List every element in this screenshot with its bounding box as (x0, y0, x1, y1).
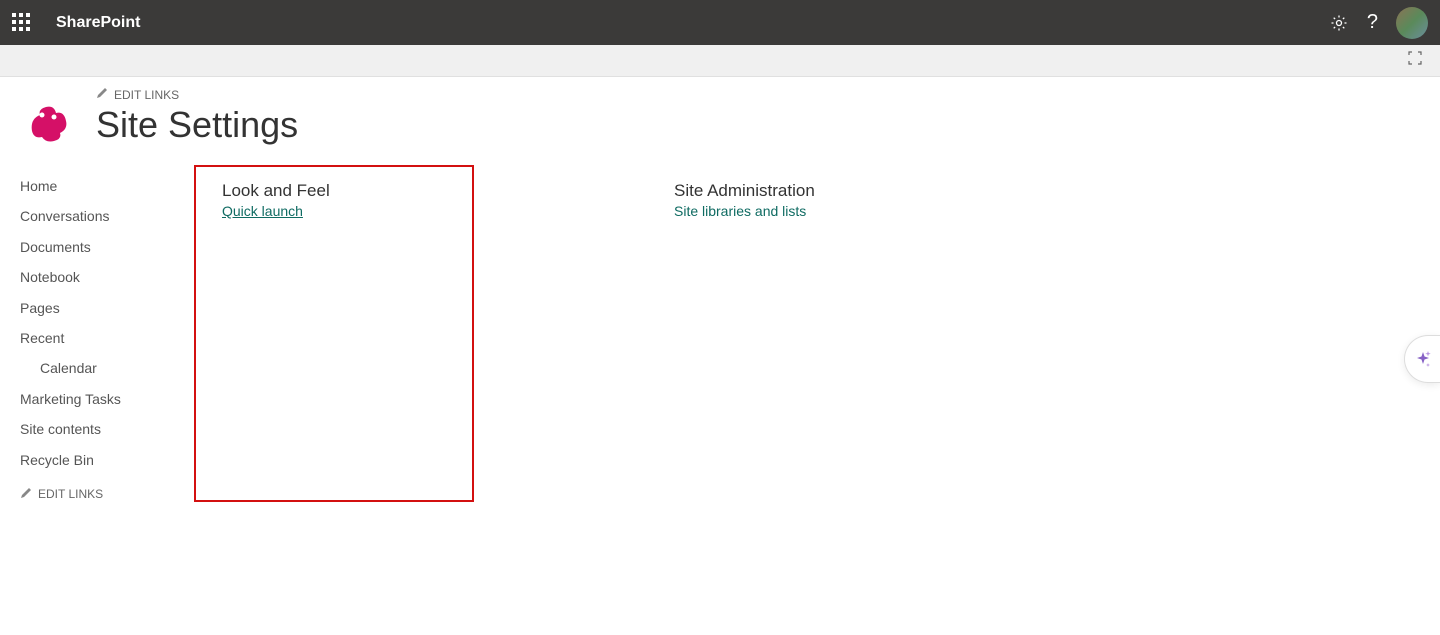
settings-columns: Look and Feel Quick launch Site Administ… (200, 171, 954, 502)
page-title: Site Settings (96, 104, 298, 146)
edit-links-label: EDIT LINKS (38, 487, 103, 501)
help-icon[interactable]: ? (1367, 11, 1378, 34)
settings-group-site-administration: Site Administration Site libraries and l… (674, 171, 954, 502)
nav-item-home[interactable]: Home (20, 171, 180, 201)
avatar[interactable] (1396, 7, 1428, 39)
edit-links-label: EDIT LINKS (114, 88, 179, 102)
nav-item-pages[interactable]: Pages (20, 293, 180, 323)
pencil-icon (96, 87, 108, 102)
nav-item-notebook[interactable]: Notebook (20, 262, 180, 292)
nav-item-recent[interactable]: Recent (20, 323, 180, 353)
nav-item-documents[interactable]: Documents (20, 232, 180, 262)
top-bar: SharePoint ? (0, 0, 1440, 45)
app-name[interactable]: SharePoint (56, 14, 140, 32)
header-section: EDIT LINKS Site Settings (0, 77, 1440, 171)
app-launcher-icon[interactable] (12, 13, 32, 33)
gear-icon[interactable] (1329, 13, 1349, 33)
sparkle-icon (1413, 349, 1433, 369)
top-bar-right: ? (1329, 7, 1428, 39)
link-site-libraries[interactable]: Site libraries and lists (674, 203, 806, 219)
nav-item-conversations[interactable]: Conversations (20, 201, 180, 231)
edit-links-bottom[interactable]: EDIT LINKS (20, 487, 180, 502)
site-logo[interactable] (20, 95, 76, 151)
pencil-icon (20, 487, 32, 502)
nav-item-marketing-tasks[interactable]: Marketing Tasks (20, 384, 180, 414)
nav-item-site-contents[interactable]: Site contents (20, 414, 180, 444)
settings-group-look-and-feel: Look and Feel Quick launch (194, 165, 474, 502)
left-nav: Home Conversations Documents Notebook Pa… (20, 171, 200, 502)
link-quick-launch[interactable]: Quick launch (222, 203, 303, 219)
group-heading: Site Administration (674, 181, 954, 201)
nav-item-calendar[interactable]: Calendar (20, 353, 180, 383)
nav-item-recycle-bin[interactable]: Recycle Bin (20, 445, 180, 475)
group-heading: Look and Feel (222, 181, 412, 201)
main-content: Home Conversations Documents Notebook Pa… (0, 171, 1440, 502)
header-text: EDIT LINKS Site Settings (96, 87, 298, 146)
focus-content-icon[interactable] (1406, 49, 1424, 72)
sub-bar (0, 45, 1440, 77)
edit-links-top[interactable]: EDIT LINKS (96, 87, 298, 102)
